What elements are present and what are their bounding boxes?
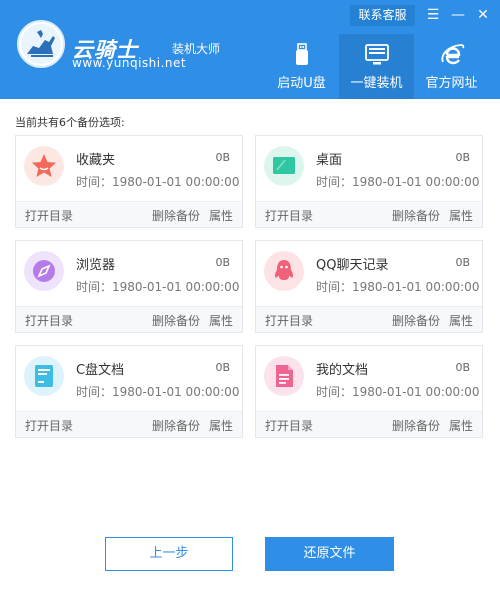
title-bar: 云骑士 装机大师 www.yunqishi.net 联系客服 ☰ — ✕ 启动U…: [0, 0, 500, 99]
monitor-icon: [365, 44, 389, 65]
card-actions: 打开目录 删除备份 属性: [16, 411, 242, 437]
delete-backup-link[interactable]: 删除备份: [392, 207, 440, 224]
card-actions: 打开目录 删除备份 属性: [16, 201, 242, 227]
open-directory-link[interactable]: 打开目录: [25, 312, 73, 329]
open-directory-link[interactable]: 打开目录: [25, 207, 73, 224]
previous-step-button[interactable]: 上一步: [105, 537, 233, 571]
card-body: 桌面 0B 时间：1980-01-01 00:00:00: [256, 136, 482, 201]
card-size: 0B: [215, 361, 230, 374]
card-size: 0B: [215, 256, 230, 269]
nav-item-website[interactable]: 官方网址: [414, 34, 489, 99]
card-size: 0B: [455, 151, 470, 164]
nav-item-website-label: 官方网址: [425, 76, 478, 91]
brand-suffix: 装机大师: [172, 42, 221, 56]
star-icon: [24, 146, 64, 186]
backup-card-desktop: 桌面 0B 时间：1980-01-01 00:00:00 打开目录 删除备份 属…: [255, 135, 483, 228]
card-title: C盘文档: [76, 363, 125, 378]
close-icon[interactable]: ✕: [473, 5, 493, 25]
properties-link[interactable]: 属性: [449, 417, 473, 434]
card-actions: 打开目录 删除备份 属性: [256, 411, 482, 437]
card-title: 桌面: [316, 153, 343, 168]
backup-card-browser: 浏览器 0B 时间：1980-01-01 00:00:00 打开目录 删除备份 …: [15, 240, 243, 333]
card-time: 时间：1980-01-01 00:00:00: [316, 385, 480, 399]
desktop-icon: [264, 146, 304, 186]
card-size: 0B: [455, 256, 470, 269]
knight-logo-icon: [17, 20, 65, 68]
usb-icon: [296, 43, 308, 65]
card-actions: 打开目录 删除备份 属性: [256, 201, 482, 227]
backup-card-qq-chat: QQ聊天记录 0B 时间：1980-01-01 00:00:00 打开目录 删除…: [255, 240, 483, 333]
card-body: 我的文档 0B 时间：1980-01-01 00:00:00: [256, 346, 482, 411]
open-directory-link[interactable]: 打开目录: [25, 417, 73, 434]
backup-card-c-drive-docs: C盘文档 0B 时间：1980-01-01 00:00:00 打开目录 删除备份…: [15, 345, 243, 438]
brand-url: www.yunqishi.net: [72, 56, 187, 70]
properties-link[interactable]: 属性: [449, 207, 473, 224]
delete-backup-link[interactable]: 删除备份: [392, 312, 440, 329]
card-body: C盘文档 0B 时间：1980-01-01 00:00:00: [16, 346, 242, 411]
menu-icon[interactable]: ☰: [423, 5, 443, 25]
properties-link[interactable]: 属性: [209, 417, 233, 434]
card-size: 0B: [215, 151, 230, 164]
properties-link[interactable]: 属性: [209, 207, 233, 224]
backup-count-heading: 当前共有6个备份选项:: [15, 116, 125, 129]
card-title: 收藏夹: [76, 153, 116, 168]
card-time: 时间：1980-01-01 00:00:00: [316, 280, 480, 294]
delete-backup-link[interactable]: 删除备份: [152, 312, 200, 329]
open-directory-link[interactable]: 打开目录: [265, 207, 313, 224]
open-directory-link[interactable]: 打开目录: [265, 312, 313, 329]
card-body: 浏览器 0B 时间：1980-01-01 00:00:00: [16, 241, 242, 306]
delete-backup-link[interactable]: 删除备份: [152, 207, 200, 224]
properties-link[interactable]: 属性: [449, 312, 473, 329]
ie-icon: [441, 44, 465, 65]
nav-item-usb[interactable]: 启动U盘: [264, 34, 339, 99]
card-title: QQ聊天记录: [316, 258, 389, 273]
card-actions: 打开目录 删除备份 属性: [16, 306, 242, 332]
card-time: 时间：1980-01-01 00:00:00: [76, 280, 240, 294]
backup-card-my-documents: 我的文档 0B 时间：1980-01-01 00:00:00 打开目录 删除备份…: [255, 345, 483, 438]
delete-backup-link[interactable]: 删除备份: [152, 417, 200, 434]
nav-item-install-label: 一键装机: [350, 76, 403, 91]
delete-backup-link[interactable]: 删除备份: [392, 417, 440, 434]
backup-card-favorites: 收藏夹 0B 时间：1980-01-01 00:00:00 打开目录 删除备份 …: [15, 135, 243, 228]
nav-item-usb-label: 启动U盘: [277, 76, 326, 91]
minimize-icon[interactable]: —: [448, 5, 468, 25]
card-body: QQ聊天记录 0B 时间：1980-01-01 00:00:00: [256, 241, 482, 306]
nav-item-one-click-install[interactable]: 一键装机: [339, 34, 414, 99]
card-body: 收藏夹 0B 时间：1980-01-01 00:00:00: [16, 136, 242, 201]
penguin-icon: [264, 251, 304, 291]
card-time: 时间：1980-01-01 00:00:00: [76, 385, 240, 399]
card-actions: 打开目录 删除备份 属性: [256, 306, 482, 332]
card-title: 浏览器: [76, 258, 116, 273]
contact-support-button[interactable]: 联系客服: [350, 5, 415, 26]
open-directory-link[interactable]: 打开目录: [265, 417, 313, 434]
card-time: 时间：1980-01-01 00:00:00: [316, 175, 480, 189]
drive-icon: [24, 356, 64, 396]
card-time: 时间：1980-01-01 00:00:00: [76, 175, 240, 189]
properties-link[interactable]: 属性: [209, 312, 233, 329]
card-title: 我的文档: [316, 363, 369, 378]
compass-icon: [24, 251, 64, 291]
restore-files-button[interactable]: 还原文件: [265, 537, 394, 571]
card-size: 0B: [455, 361, 470, 374]
document-icon: [264, 356, 304, 396]
